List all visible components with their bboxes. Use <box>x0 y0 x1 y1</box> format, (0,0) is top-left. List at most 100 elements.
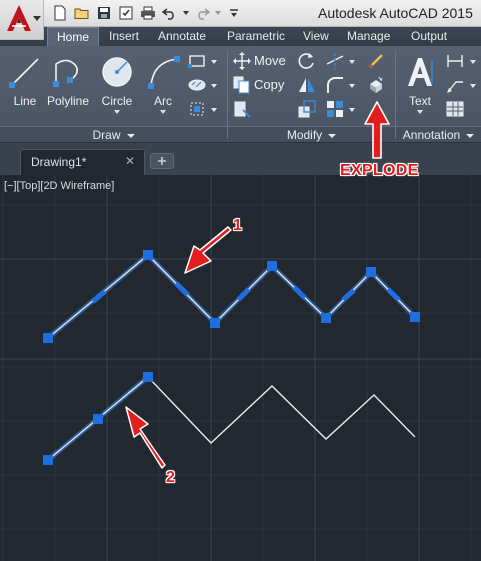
circle-dropdown-icon[interactable] <box>114 110 120 114</box>
arc-dropdown-icon[interactable] <box>160 110 166 114</box>
tab-annotate[interactable]: Annotate <box>158 27 206 46</box>
grip-vertex[interactable] <box>366 267 376 277</box>
saveas-icon[interactable] <box>116 4 136 22</box>
trim-icon[interactable] <box>326 52 344 70</box>
new-tab-button[interactable] <box>150 153 174 169</box>
array-icon[interactable] <box>326 100 344 118</box>
stretch-icon[interactable] <box>233 100 251 118</box>
explode-icon[interactable] <box>367 76 385 94</box>
save-icon[interactable] <box>94 4 114 22</box>
dimension-icon[interactable] <box>446 52 464 70</box>
plus-icon <box>158 157 166 165</box>
grip-midpoint[interactable] <box>236 287 251 302</box>
text-label: Text <box>408 94 431 108</box>
annotation-number-1: 1 <box>233 217 242 234</box>
annotation-arrow-1 <box>184 226 232 274</box>
tab-home[interactable]: Home <box>47 27 100 47</box>
file-tab-drawing1[interactable]: Drawing1* ✕ <box>20 149 145 175</box>
redo-icon[interactable] <box>192 4 212 22</box>
text-icon <box>408 58 433 86</box>
tab-parametric[interactable]: Parametric <box>227 27 285 46</box>
title-bar: Autodesk AutoCAD 2015 <box>0 0 481 27</box>
text-dropdown-icon[interactable] <box>417 110 423 114</box>
modify-panel-expand-icon <box>328 133 337 138</box>
circle-icon <box>102 57 132 87</box>
redo-dropdown-icon[interactable] <box>214 4 222 22</box>
application-menu-button[interactable] <box>0 0 44 40</box>
arc-tool-button[interactable]: Arc <box>140 52 186 116</box>
grip-endpoint[interactable] <box>43 455 53 465</box>
draw-panel-label: Draw <box>92 128 121 142</box>
explode-pointer-arrow <box>364 101 390 159</box>
grip-vertex[interactable] <box>143 250 153 260</box>
grip-vertex[interactable] <box>410 312 420 322</box>
autocad-window: Autodesk AutoCAD 2015 Home Insert Annota… <box>0 0 481 561</box>
undo-icon[interactable] <box>160 4 180 22</box>
text-tool-button[interactable]: Text <box>397 52 443 116</box>
draw-panel-title[interactable]: Draw <box>0 126 227 142</box>
fillet-icon[interactable] <box>326 76 344 94</box>
fillet-dropdown-icon[interactable] <box>349 84 355 88</box>
tab-view[interactable]: View <box>303 27 329 46</box>
rotate-icon[interactable] <box>298 52 316 70</box>
grip-vertex[interactable] <box>267 261 277 271</box>
selected-polyline[interactable] <box>43 250 420 343</box>
print-icon[interactable] <box>138 4 158 22</box>
ribbon-tab-bar: Home Insert Annotate Parametric View Man… <box>0 27 481 47</box>
grip-midpoint[interactable] <box>386 287 401 302</box>
undo-dropdown-icon[interactable] <box>182 4 190 22</box>
boundary-icon[interactable] <box>188 100 206 118</box>
grip-midpoint[interactable] <box>292 285 307 300</box>
panel-divider <box>227 50 228 138</box>
file-tab-name: Drawing1* <box>31 155 87 169</box>
viewport-controls-label[interactable]: [−][Top][2D Wireframe] <box>4 180 114 192</box>
modify-panel-label: Modify <box>286 128 323 142</box>
polyline-icon <box>53 59 78 87</box>
table-icon[interactable] <box>446 100 464 118</box>
new-file-icon[interactable] <box>50 4 70 22</box>
leader-dropdown-icon[interactable] <box>470 84 476 88</box>
hatch-icon[interactable] <box>188 76 206 94</box>
grip-vertex[interactable] <box>321 313 331 323</box>
app-menu-arrow-icon <box>33 16 41 21</box>
boundary-dropdown-icon[interactable] <box>211 108 217 112</box>
window-title: Autodesk AutoCAD 2015 <box>318 5 473 21</box>
exploded-lines[interactable] <box>43 372 416 465</box>
copy-icon[interactable] <box>233 76 251 94</box>
grip-vertex[interactable] <box>43 333 53 343</box>
leader-icon[interactable] <box>446 76 464 94</box>
array-dropdown-icon[interactable] <box>349 108 355 112</box>
move-label[interactable]: Move <box>254 53 286 68</box>
rectangle-dropdown-icon[interactable] <box>211 60 217 64</box>
polyline-tool-button[interactable]: Polyline <box>45 52 91 116</box>
quick-access-toolbar <box>50 4 244 22</box>
grip-endpoint[interactable] <box>143 372 153 382</box>
erase-icon[interactable] <box>367 52 385 70</box>
hatch-dropdown-icon[interactable] <box>211 84 217 88</box>
annotation-panel-title[interactable]: Annotation <box>396 126 481 142</box>
move-icon[interactable] <box>233 52 251 70</box>
trim-dropdown-icon[interactable] <box>349 60 355 64</box>
rectangle-icon[interactable] <box>188 52 206 70</box>
grip-midpoint[interactable] <box>91 289 107 304</box>
grip-midpoint[interactable] <box>174 281 190 297</box>
copy-label[interactable]: Copy <box>254 77 284 92</box>
scale-icon[interactable] <box>298 100 316 118</box>
grip-vertex[interactable] <box>210 318 220 328</box>
tab-insert[interactable]: Insert <box>109 27 139 46</box>
tab-manage[interactable]: Manage <box>347 27 390 46</box>
mirror-icon[interactable] <box>298 76 316 94</box>
grip-midpoint[interactable] <box>341 288 356 302</box>
annotation-panel-label: Annotation <box>402 128 461 142</box>
draw-panel-expand-icon <box>126 133 135 138</box>
arc-label: Arc <box>154 94 172 108</box>
close-tab-icon[interactable]: ✕ <box>125 154 135 168</box>
explode-annotation: EXPLODE <box>340 162 419 179</box>
grip-midpoint[interactable] <box>93 414 103 424</box>
open-icon[interactable] <box>72 4 92 22</box>
line-icon <box>9 58 39 88</box>
customize-toolbar-icon[interactable] <box>224 4 244 22</box>
tab-output[interactable]: Output <box>411 27 447 46</box>
ribbon-panel-area: Line Polyline Circle Arc Draw Move Copy … <box>0 46 481 143</box>
dimension-dropdown-icon[interactable] <box>470 60 476 64</box>
